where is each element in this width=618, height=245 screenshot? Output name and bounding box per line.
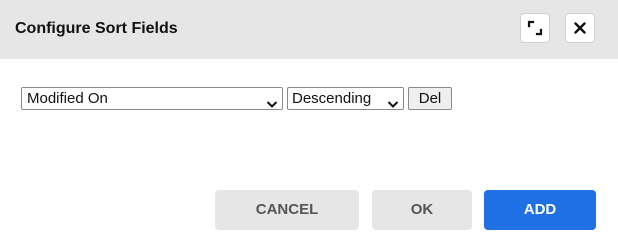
cancel-button[interactable]: CANCEL bbox=[215, 190, 359, 230]
chevron-down-icon bbox=[266, 94, 278, 115]
expand-button[interactable] bbox=[520, 13, 550, 43]
dialog-title: Configure Sort Fields bbox=[15, 20, 178, 37]
sort-field-select[interactable]: Modified On bbox=[21, 87, 283, 110]
sort-field-value: Modified On bbox=[27, 90, 108, 107]
configure-sort-fields-dialog: Configure Sort Fields Modified On Descen… bbox=[0, 0, 618, 245]
add-button[interactable]: ADD bbox=[484, 190, 596, 230]
expand-icon bbox=[527, 20, 543, 36]
ok-button[interactable]: OK bbox=[372, 190, 472, 230]
close-icon bbox=[574, 22, 586, 34]
dialog-body: Modified On Descending Del CANCEL OK ADD bbox=[0, 59, 618, 245]
delete-sort-row-button[interactable]: Del bbox=[408, 87, 452, 110]
chevron-down-icon bbox=[387, 94, 399, 115]
close-button[interactable] bbox=[565, 13, 595, 43]
dialog-header: Configure Sort Fields bbox=[0, 0, 618, 59]
sort-order-value: Descending bbox=[292, 90, 372, 107]
sort-order-select[interactable]: Descending bbox=[287, 87, 404, 110]
